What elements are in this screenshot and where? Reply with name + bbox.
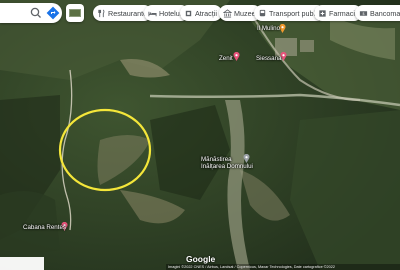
google-logo: Google [186,254,216,264]
search-box[interactable] [0,3,62,23]
atm-icon: $ [359,10,368,15]
map-pin-pink[interactable] [233,52,240,61]
filter-chip-label: Farmacii [329,8,357,18]
hotel-icon [148,11,157,16]
place-label-zenit[interactable]: Zenit [219,55,233,62]
place-label-siessana[interactable]: Siessana [256,55,281,62]
search-icon[interactable] [29,6,43,20]
filter-chip-atms[interactable]: $ Bancomate [355,5,400,21]
attractions-icon [185,10,192,16]
filter-chip-attractions[interactable]: Atracții [180,5,222,21]
place-label-cabana-rentes[interactable]: Cabana Renteș [23,224,66,231]
place-label-il-mulino[interactable]: Il Mulino [257,25,280,32]
directions-icon[interactable] [46,6,60,20]
pharmacy-icon [319,9,326,17]
filter-chip-label: Muzee [234,8,256,18]
museum-icon [223,8,232,18]
map-controls-bar[interactable] [0,257,44,270]
layers-button[interactable] [66,4,84,22]
filter-chip-label: Bancomate [370,8,400,18]
svg-text:$: $ [363,11,365,15]
map-pin-orange[interactable] [279,24,286,33]
filter-chip-label: Restaurante [108,8,148,18]
layers-icon [69,9,81,17]
filter-chip-label: Atracții [195,8,217,18]
attribution-text[interactable]: Imagini ©2022 CNES / Airbus, Landsat / C… [166,264,400,270]
place-label-manastirea[interactable]: Mănăstirea Inălțarea Domnului [201,156,253,170]
transit-icon [259,9,266,16]
restaurant-icon [98,9,105,17]
top-toolbar: Restaurante Hoteluri Atracții Muzee Tran… [0,3,400,23]
filter-chip-label: Transport public [269,8,321,18]
